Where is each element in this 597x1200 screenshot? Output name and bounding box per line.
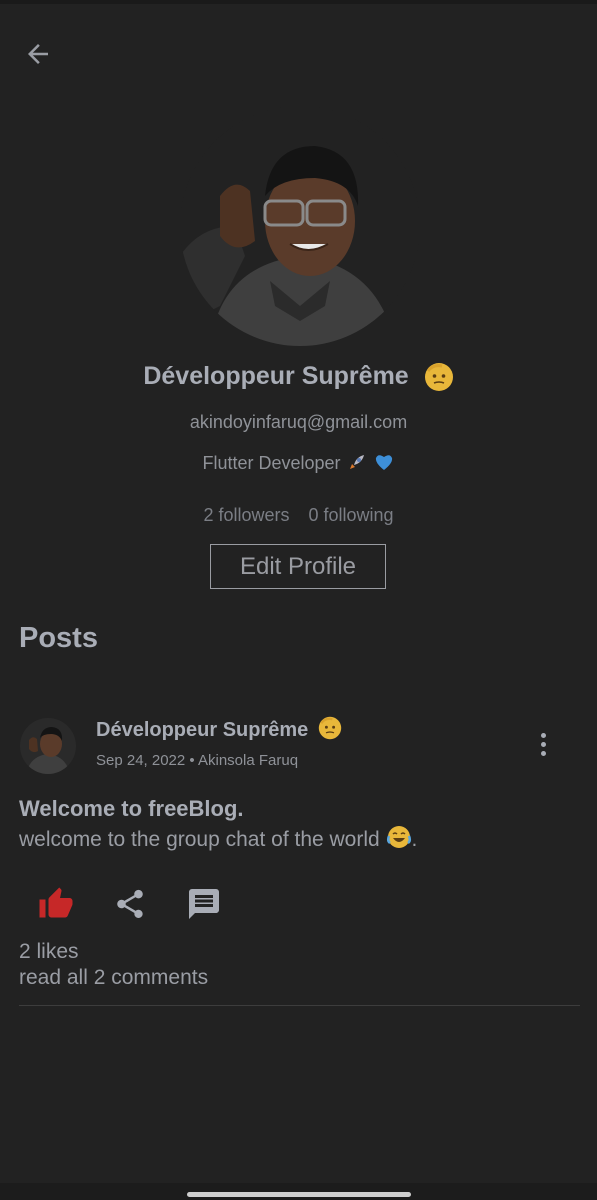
- comment-icon: [189, 889, 219, 919]
- profile-bio: Flutter Developer: [0, 451, 597, 474]
- thumb-up-icon: [39, 887, 73, 918]
- post-body: welcome to the group chat of the world .: [19, 824, 417, 852]
- edit-profile-button[interactable]: Edit Profile: [210, 544, 386, 589]
- arrow-back-icon: [28, 44, 48, 64]
- follow-stats: 2 followers 0 following: [0, 505, 597, 526]
- followers-count[interactable]: 2 followers: [203, 505, 289, 525]
- blue-heart-icon: [375, 455, 392, 470]
- post-author-text: Développeur Suprême: [96, 719, 309, 741]
- post-body-text: welcome to the group chat of the world: [19, 828, 380, 851]
- laughing-tears-icon: [386, 826, 411, 848]
- comment-button[interactable]: [184, 884, 224, 924]
- saluting-face-icon: [318, 716, 342, 740]
- back-button[interactable]: [18, 34, 58, 74]
- post-divider: [19, 1005, 580, 1006]
- likes-count: 2 likes: [19, 940, 79, 963]
- profile-avatar: [180, 106, 420, 346]
- post-title: Welcome to freeBlog.: [19, 796, 244, 821]
- more-options-button[interactable]: [530, 727, 556, 761]
- profile-name: Développeur Suprême: [0, 362, 597, 392]
- like-button[interactable]: [36, 884, 76, 924]
- profile-bio-text: Flutter Developer: [202, 453, 341, 473]
- home-indicator[interactable]: [187, 1192, 411, 1197]
- posts-heading: Posts: [19, 622, 98, 654]
- share-button[interactable]: [110, 884, 150, 924]
- status-bar: [0, 0, 597, 4]
- rocket-icon: [349, 455, 364, 469]
- following-count[interactable]: 0 following: [309, 505, 394, 525]
- post-meta: Sep 24, 2022 • Akinsola Faruq: [96, 752, 299, 769]
- post-author-avatar[interactable]: [20, 718, 76, 774]
- profile-name-text: Développeur Suprême: [143, 362, 409, 390]
- share-icon: [117, 889, 143, 919]
- profile-email: akindoyinfaruq@gmail.com: [189, 412, 408, 432]
- saluting-face-icon: [424, 363, 453, 392]
- more-vert-icon: [540, 732, 546, 738]
- read-comments-link[interactable]: read all 2 comments: [19, 966, 208, 990]
- post-author-name[interactable]: Développeur Suprême: [96, 716, 342, 742]
